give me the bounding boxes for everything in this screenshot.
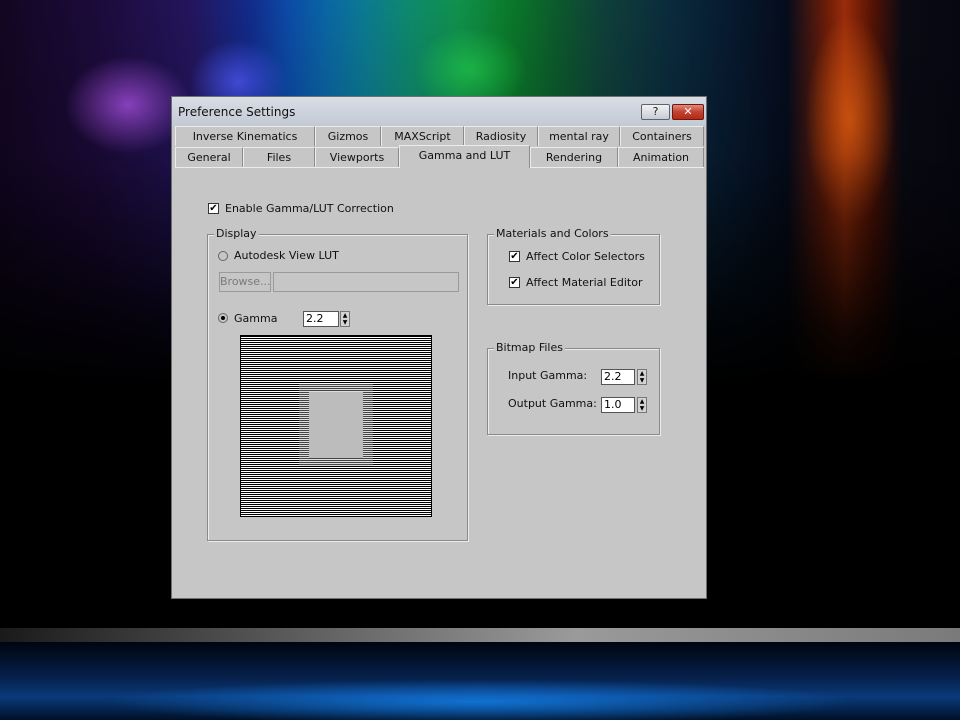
tab-files[interactable]: Files [243, 147, 315, 167]
help-button[interactable]: ? [641, 104, 670, 120]
input-gamma-input[interactable]: 2.2 [601, 369, 635, 385]
tab-gizmos[interactable]: Gizmos [315, 126, 381, 146]
tab-rendering[interactable]: Rendering [530, 147, 618, 167]
tab-animation[interactable]: Animation [618, 147, 704, 167]
tab-radiosity[interactable]: Radiosity [464, 126, 538, 146]
title-bar[interactable]: Preference Settings ? ✕ [172, 97, 706, 127]
affect-material-editor-label: Affect Material Editor [526, 276, 643, 289]
gamma-test-pattern [240, 335, 432, 517]
window-title: Preference Settings [178, 105, 296, 119]
input-gamma-label: Input Gamma: [508, 369, 588, 382]
autodesk-view-lut-label: Autodesk View LUT [234, 249, 339, 262]
enable-gamma-checkbox[interactable]: ✔ [208, 203, 219, 214]
gamma-test-pattern-inner [299, 384, 373, 466]
affect-color-selectors-label: Affect Color Selectors [526, 250, 645, 263]
affect-material-editor-checkbox[interactable]: ✔ [509, 277, 520, 288]
tab-containers[interactable]: Containers [620, 126, 704, 146]
enable-gamma-label: Enable Gamma/LUT Correction [225, 202, 394, 215]
materials-colors-group-title: Materials and Colors [494, 227, 611, 240]
gamma-spinner-arrows[interactable]: ▲ ▼ [340, 311, 350, 327]
affect-color-selectors-checkbox[interactable]: ✔ [509, 251, 520, 262]
gamma-test-pattern-core [309, 392, 363, 458]
materials-colors-group: Materials and Colors ✔ Affect Color Sele… [487, 227, 660, 305]
tab-inverse-kinematics[interactable]: Inverse Kinematics [175, 126, 315, 146]
tab-viewports[interactable]: Viewports [315, 147, 399, 167]
gamma-value-input[interactable]: 2.2 [303, 311, 339, 327]
gamma-label: Gamma [234, 312, 278, 325]
lut-path-field[interactable] [273, 272, 459, 292]
output-gamma-spinner-arrows[interactable]: ▲ ▼ [637, 397, 647, 413]
background-blue-glow [0, 642, 960, 720]
autodesk-view-lut-radio[interactable] [218, 251, 228, 261]
tab-maxscript[interactable]: MAXScript [381, 126, 464, 146]
bitmap-files-group-title: Bitmap Files [494, 341, 565, 354]
close-button[interactable]: ✕ [672, 104, 704, 120]
tab-general[interactable]: General [175, 147, 243, 167]
background-metal-bar [0, 628, 960, 642]
preference-settings-dialog: Preference Settings ? ✕ Inverse Kinemati… [171, 96, 707, 599]
output-gamma-label: Output Gamma: [508, 397, 597, 410]
output-gamma-input[interactable]: 1.0 [601, 397, 635, 413]
gamma-radio[interactable] [218, 313, 228, 323]
tab-gamma-and-lut[interactable]: Gamma and LUT [399, 145, 530, 168]
tab-mental-ray[interactable]: mental ray [538, 126, 620, 146]
display-group-title: Display [214, 227, 259, 240]
bitmap-files-group: Bitmap Files Input Gamma: 2.2 ▲ ▼ Output … [487, 341, 660, 435]
input-gamma-spinner-arrows[interactable]: ▲ ▼ [637, 369, 647, 385]
browse-button[interactable]: Browse... [219, 272, 271, 292]
